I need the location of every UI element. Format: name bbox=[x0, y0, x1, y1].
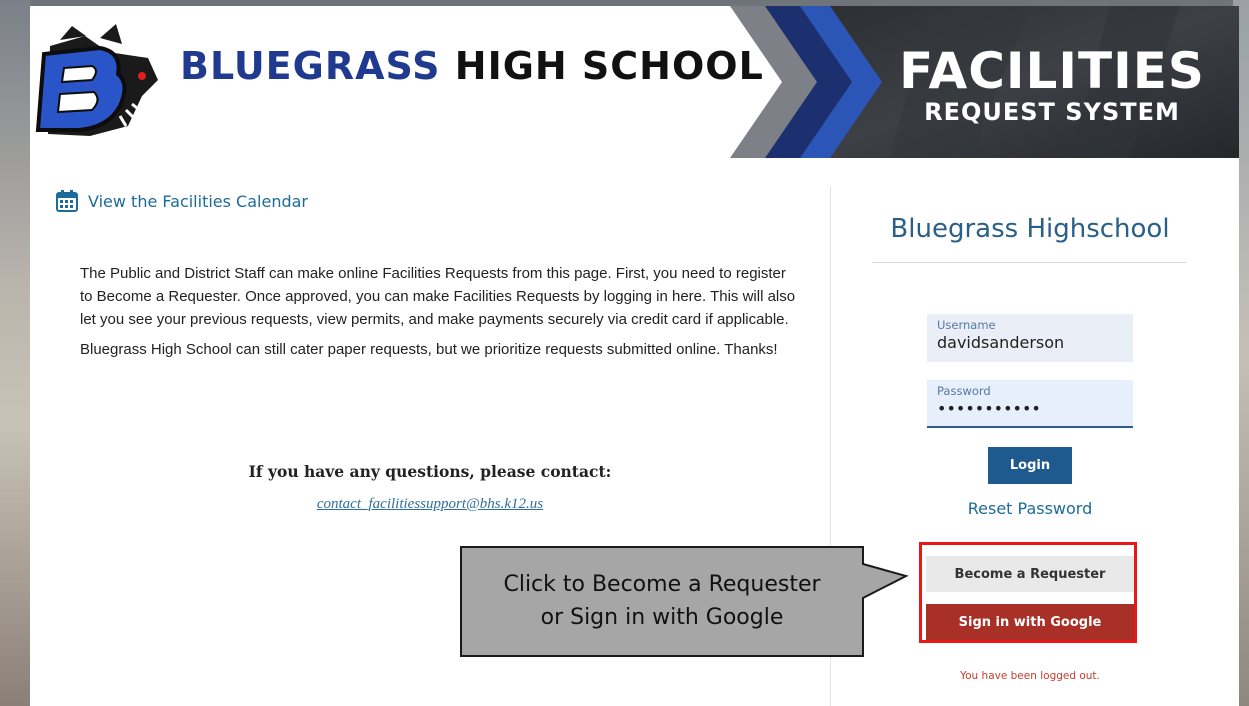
school-name: BLUEGRASS HIGH SCHOOL bbox=[180, 44, 764, 88]
intro-paragraph-1: The Public and District Staff can make o… bbox=[80, 265, 796, 328]
callout-line-1: Click to Become a Requester bbox=[503, 572, 821, 597]
login-button[interactable]: Login bbox=[988, 447, 1072, 484]
contact-heading: If you have any questions, please contac… bbox=[248, 462, 612, 481]
contact-email-link[interactable]: contact_facilitiessupport@bhs.k12.us bbox=[150, 496, 710, 513]
system-title: FACILITIES bbox=[899, 42, 1205, 100]
header-banner: BLUEGRASS HIGH SCHOOL FACILITIES REQUEST… bbox=[30, 6, 1239, 158]
sign-in-with-google-button[interactable]: Sign in with Google bbox=[926, 604, 1134, 640]
page: BLUEGRASS HIGH SCHOOL FACILITIES REQUEST… bbox=[30, 6, 1239, 706]
password-label: Password bbox=[937, 384, 991, 398]
background-left-edge bbox=[0, 0, 30, 706]
callout-text: Click to Become a Requester or Sign in w… bbox=[462, 568, 862, 634]
username-value[interactable]: davidsanderson bbox=[937, 333, 1123, 352]
facilities-calendar-label: View the Facilities Calendar bbox=[88, 191, 308, 211]
become-requester-button[interactable]: Become a Requester bbox=[926, 556, 1134, 592]
facilities-calendar-link[interactable]: View the Facilities Calendar bbox=[56, 190, 308, 212]
intro-text: The Public and District Staff can make o… bbox=[80, 262, 800, 368]
username-field[interactable]: Username davidsanderson bbox=[927, 314, 1133, 362]
reset-password-link[interactable]: Reset Password bbox=[930, 499, 1130, 518]
calendar-icon bbox=[56, 190, 78, 212]
school-logo bbox=[35, 24, 158, 136]
intro-paragraph-2: Bluegrass High School can still cater pa… bbox=[80, 341, 778, 358]
callout-line-2: or Sign in with Google bbox=[540, 605, 784, 630]
password-field[interactable]: Password ••••••••••• bbox=[927, 380, 1133, 428]
login-panel-title: Bluegrass Highschool bbox=[890, 214, 1170, 244]
school-name-rest: HIGH SCHOOL bbox=[454, 44, 764, 88]
school-name-first: BLUEGRASS bbox=[180, 44, 441, 88]
username-label: Username bbox=[937, 318, 996, 332]
system-subtitle: REQUEST SYSTEM bbox=[924, 98, 1180, 126]
status-message: You have been logged out. bbox=[960, 670, 1100, 682]
password-value[interactable]: ••••••••••• bbox=[937, 399, 1123, 418]
login-panel-divider bbox=[872, 262, 1186, 263]
